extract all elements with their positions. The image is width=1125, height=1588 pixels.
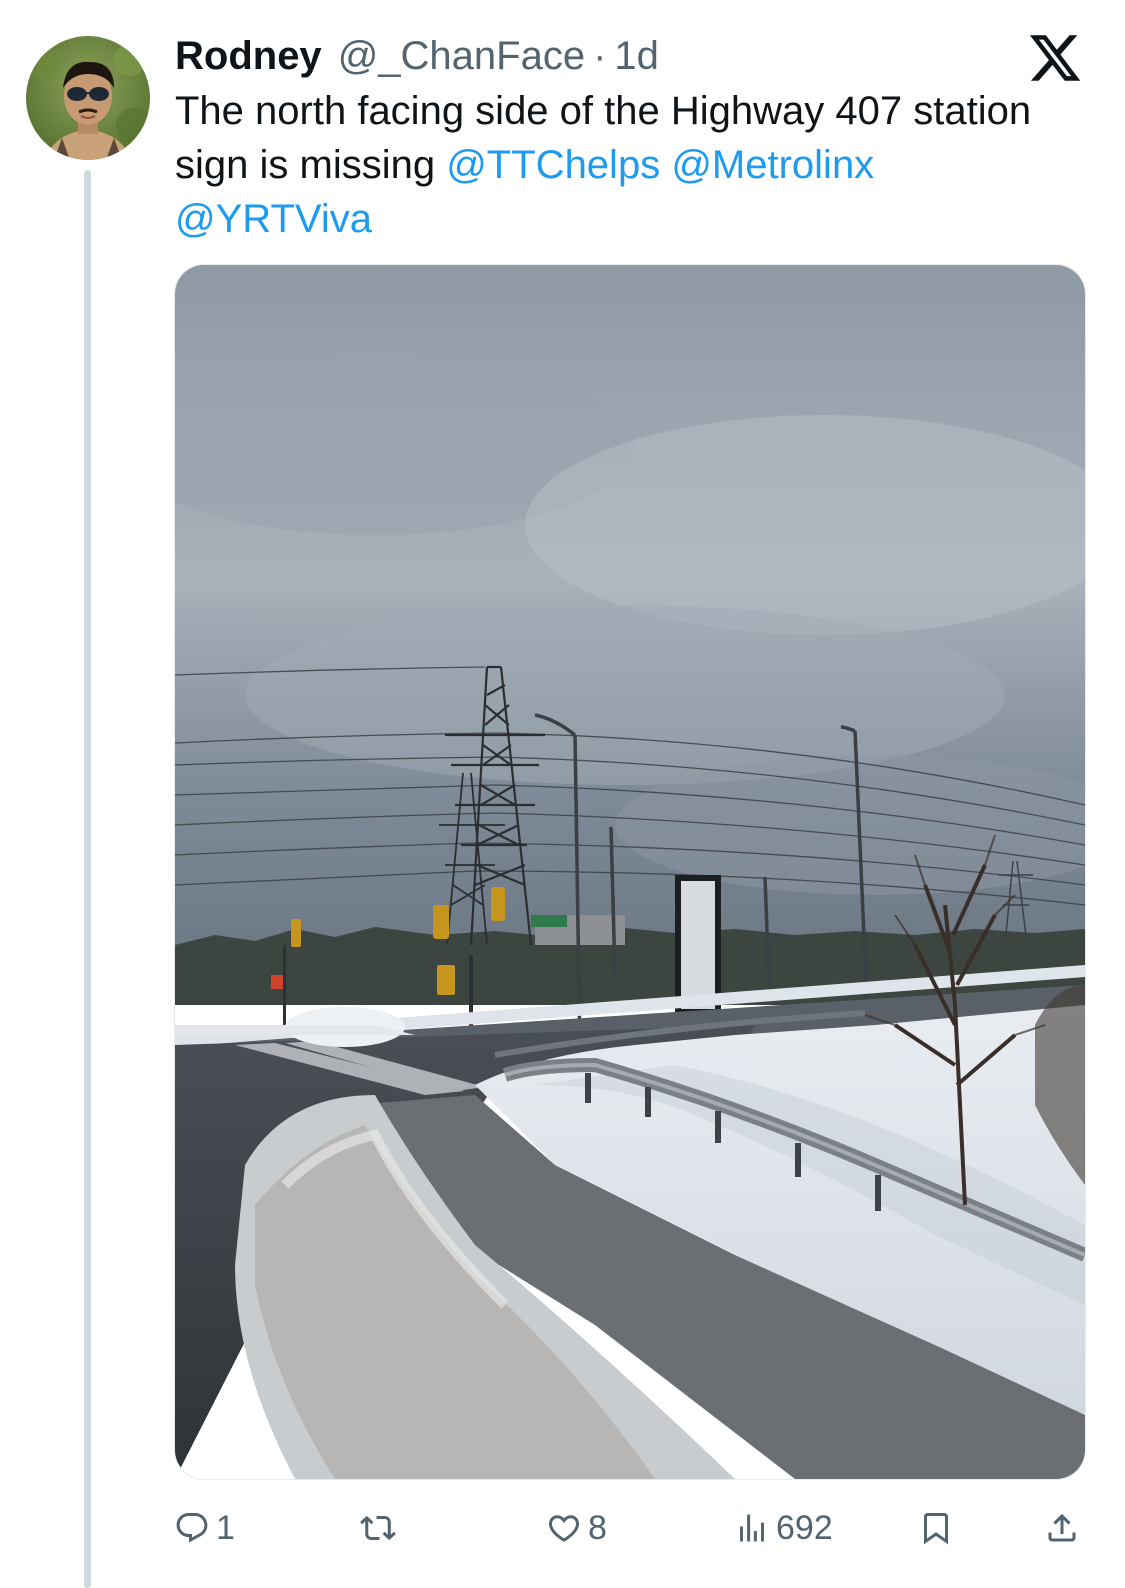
tweet-header: Rodney @_ChanFace · 1d: [175, 28, 659, 84]
thread-line: [84, 170, 91, 1588]
mention-yrtviva[interactable]: @YRTViva: [175, 197, 372, 241]
bookmark-button[interactable]: [918, 1500, 954, 1556]
photo-scene: [175, 265, 1085, 1479]
views-icon: [740, 1514, 764, 1542]
reply-button[interactable]: 1: [174, 1500, 235, 1556]
view-count: 692: [776, 1508, 833, 1547]
bookmark-icon: [924, 1513, 948, 1545]
x-logo-icon: [1027, 30, 1083, 86]
tweet-media-photo[interactable]: [174, 264, 1086, 1480]
retweet-button[interactable]: [360, 1500, 402, 1556]
mention-ttchelps[interactable]: @TTChelps: [446, 143, 660, 187]
display-name[interactable]: Rodney: [175, 34, 322, 79]
avatar-column: [26, 36, 150, 160]
timestamp[interactable]: 1d: [614, 34, 659, 79]
avatar-photo: [26, 36, 150, 160]
tweet-card: Rodney @_ChanFace · 1d The north facing …: [0, 0, 1125, 1588]
retweet-icon: [360, 1515, 396, 1541]
tweet-text: The north facing side of the Highway 407…: [175, 84, 1075, 246]
reply-icon: [176, 1513, 208, 1543]
user-handle[interactable]: @_ChanFace: [338, 34, 585, 79]
share-button[interactable]: [1044, 1500, 1080, 1556]
views-button[interactable]: 692: [734, 1500, 833, 1556]
separator-dot: ·: [593, 33, 607, 78]
like-button[interactable]: 8: [546, 1500, 607, 1556]
share-icon: [1048, 1513, 1076, 1542]
tweet-actions-bar: 1 8 692: [174, 1500, 1084, 1556]
mention-metrolinx[interactable]: @Metrolinx: [671, 143, 874, 187]
like-count: 8: [588, 1508, 607, 1547]
heart-icon: [548, 1515, 580, 1542]
reply-count: 1: [216, 1508, 235, 1547]
avatar[interactable]: [26, 36, 150, 160]
